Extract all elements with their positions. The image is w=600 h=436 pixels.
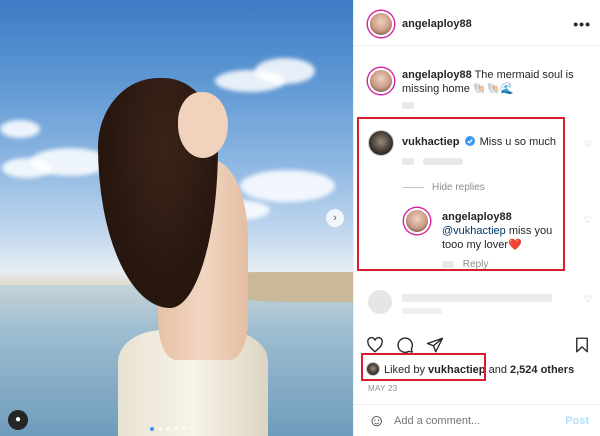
caption-avatar[interactable] (368, 68, 394, 94)
caption-username[interactable]: angelaploy88 (402, 69, 472, 81)
post-photo[interactable]: › ● (0, 0, 353, 436)
caption-time-blurred (402, 102, 414, 109)
caption-emoji: 🐚🐚🌊 (472, 83, 515, 95)
author-avatar[interactable] (368, 11, 394, 37)
carousel-dot (166, 427, 170, 431)
post-date: MAY 23 (368, 384, 398, 393)
carousel-dots (150, 427, 194, 431)
highlight-box-likes (361, 353, 486, 381)
heart-icon[interactable]: ♡ (584, 215, 592, 226)
post-button[interactable]: Post (565, 415, 589, 427)
blurred-avatar (368, 290, 392, 314)
more-options-icon[interactable]: ••• (573, 16, 591, 32)
carousel-dot (182, 427, 186, 431)
emoji-icon[interactable]: ☺ (368, 411, 385, 431)
cloud (240, 170, 335, 202)
next-photo-button[interactable]: › (326, 209, 344, 227)
post-header: angelaploy88 ••• (354, 0, 600, 46)
blurred-comment-meta (402, 308, 442, 314)
carousel-dot (150, 427, 154, 431)
comment-input[interactable] (394, 413, 554, 429)
carousel-dot (174, 427, 178, 431)
likes-joiner: and (488, 364, 507, 376)
bookmark-icon[interactable] (573, 336, 591, 354)
like-heart-icon[interactable] (366, 336, 384, 354)
carousel-dot (158, 427, 162, 431)
heart-icon[interactable]: ♡ (584, 294, 592, 305)
author-username[interactable]: angelaploy88 (402, 17, 472, 31)
cloud (255, 58, 315, 84)
likes-count[interactable]: 2,524 others (510, 364, 574, 376)
carousel-dot (190, 427, 194, 431)
highlight-box-comments (357, 117, 565, 271)
user-tag-icon[interactable]: ● (8, 410, 28, 430)
cloud (0, 120, 40, 138)
blurred-comment (402, 294, 552, 302)
caption: angelaploy88 The mermaid soul is missing… (402, 68, 592, 96)
heart-icon[interactable]: ♡ (584, 139, 592, 150)
add-comment-bar: ☺ Post (354, 404, 600, 436)
comment-icon[interactable] (396, 336, 414, 354)
cloud (2, 158, 52, 178)
share-icon[interactable] (426, 336, 444, 354)
model-face (178, 92, 228, 158)
